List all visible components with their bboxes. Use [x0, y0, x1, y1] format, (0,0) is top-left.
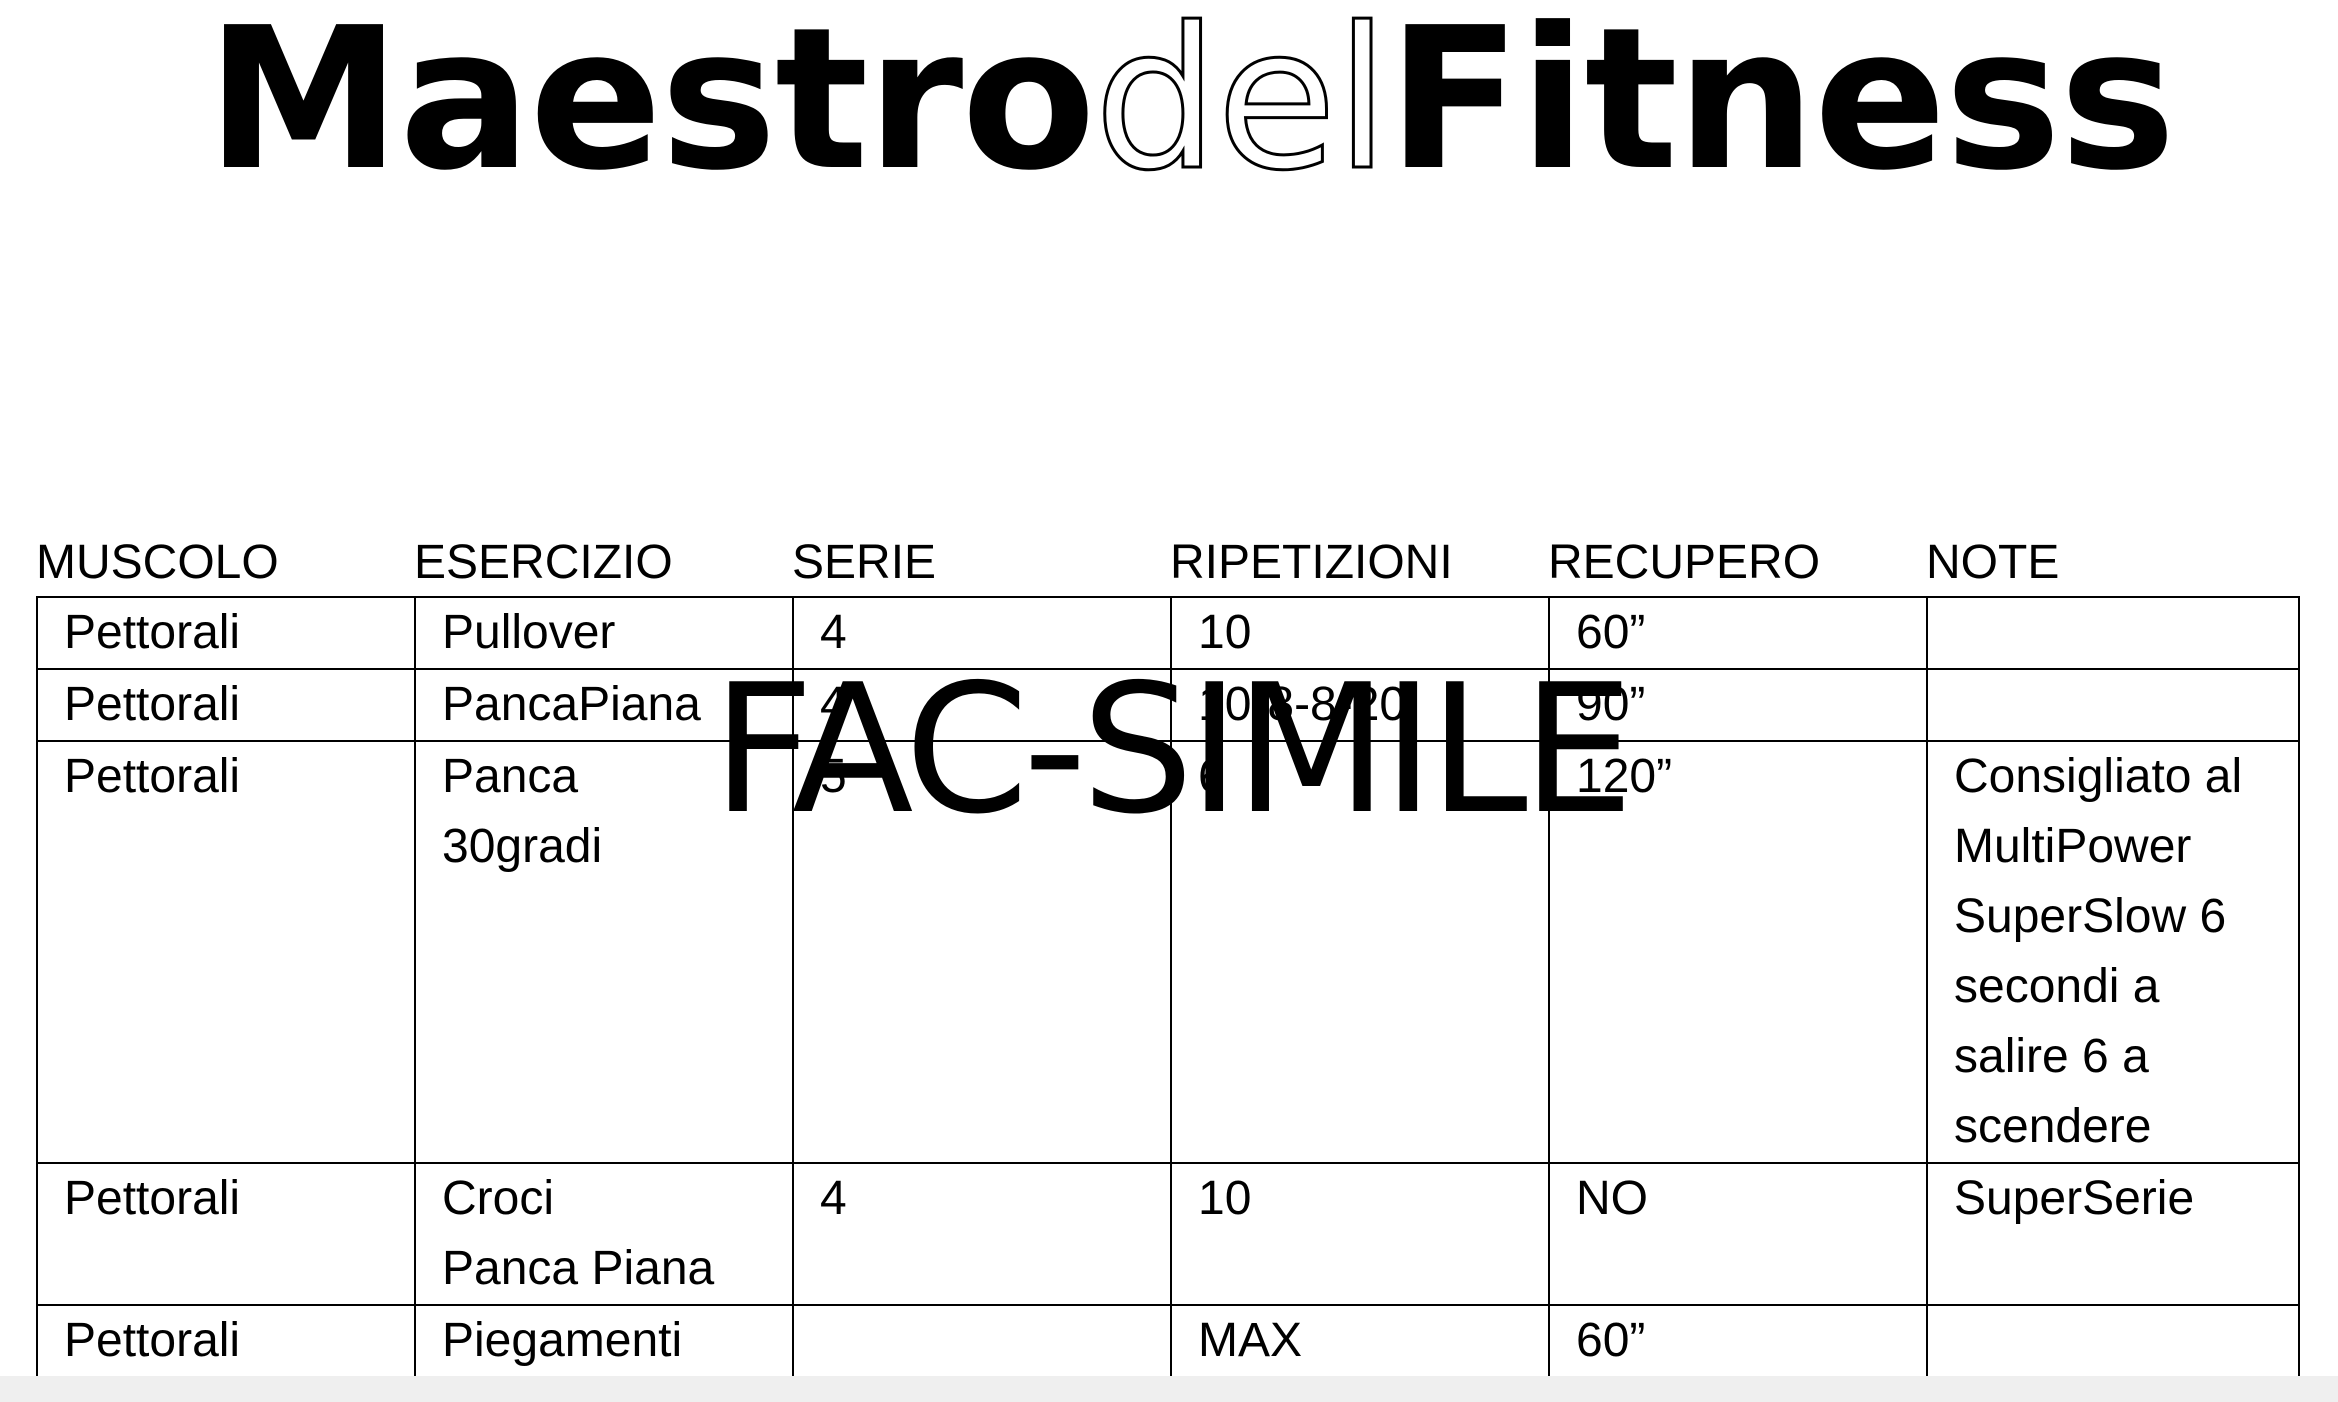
header-ripetizioni: RIPETIZIONI — [1170, 536, 1453, 589]
header-muscolo: MUSCOLO — [36, 536, 279, 589]
fac-simile-watermark: FAC-SIMILE — [711, 646, 1634, 853]
cell-muscolo: Pettorali — [36, 740, 416, 1164]
table-row: Pettorali Croci Panca Piana 4 10 NO Supe… — [36, 1162, 2300, 1306]
maestro-del-fitness-logo: MaestrodelFitness — [80, 0, 2300, 202]
cell-note — [1926, 1304, 2300, 1378]
logo-part-del: del — [1092, 0, 1390, 214]
cell-note — [1926, 596, 2300, 670]
cell-serie — [792, 1304, 1172, 1378]
header-serie: SERIE — [792, 536, 937, 589]
header-esercizio: ESERCIZIO — [414, 536, 673, 589]
bottom-margin-strip — [0, 1376, 2338, 1402]
cell-note: Consigliato al MultiPower SuperSlow 6 se… — [1926, 740, 2300, 1164]
table-row: Pettorali Piegamenti MAX 60” — [36, 1304, 2300, 1378]
logo-part-maestro: Maestro — [206, 0, 1096, 214]
cell-esercizio: Croci Panca Piana — [414, 1162, 794, 1306]
cell-muscolo: Pettorali — [36, 1162, 416, 1306]
cell-serie: 4 — [792, 1162, 1172, 1306]
cell-ripetizioni: 10 — [1170, 1162, 1550, 1306]
header-recupero: RECUPERO — [1548, 536, 1821, 589]
cell-note: SuperSerie — [1926, 1162, 2300, 1306]
cell-recupero: 60” — [1548, 1304, 1928, 1378]
cell-recupero: NO — [1548, 1162, 1928, 1306]
header-note: NOTE — [1926, 536, 2060, 589]
table-header-row: MUSCOLO ESERCIZIO SERIE RIPETIZIONI RECU… — [36, 530, 2298, 596]
document-page: MaestrodelFitness MUSCOLO ESERCIZIO SERI… — [0, 0, 2338, 1378]
cell-muscolo: Pettorali — [36, 1304, 416, 1378]
cell-ripetizioni: MAX — [1170, 1304, 1550, 1378]
logo-part-fitness: Fitness — [1387, 0, 2176, 214]
cell-muscolo: Pettorali — [36, 668, 416, 742]
cell-esercizio: Piegamenti — [414, 1304, 794, 1378]
cell-note — [1926, 668, 2300, 742]
cell-muscolo: Pettorali — [36, 596, 416, 670]
